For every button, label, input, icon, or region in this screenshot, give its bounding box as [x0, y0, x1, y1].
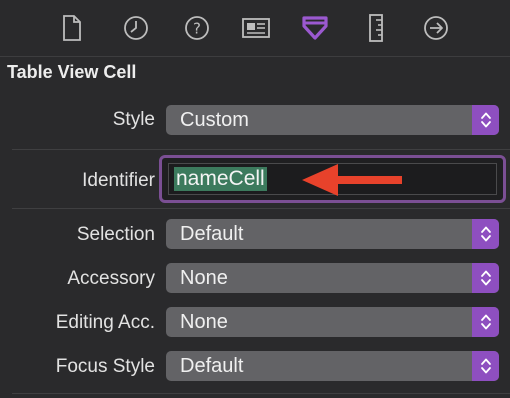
- style-popup[interactable]: Custom: [166, 105, 499, 135]
- section-title: Table View Cell: [7, 62, 137, 82]
- selection-popup[interactable]: Default: [166, 219, 499, 249]
- inspector-toolbar: ?: [0, 0, 510, 57]
- chevron-up-down-icon: [472, 307, 499, 337]
- divider: [12, 393, 510, 394]
- chevron-up-down-icon: [472, 351, 499, 381]
- identity-inspector-icon[interactable]: [240, 12, 272, 44]
- editing-acc-popup[interactable]: None: [166, 307, 499, 337]
- style-label: Style: [112, 109, 155, 130]
- quick-help-icon[interactable]: ?: [181, 12, 213, 44]
- selection-value: Default: [180, 223, 244, 245]
- size-inspector-icon[interactable]: [360, 12, 392, 44]
- style-value: Custom: [180, 109, 249, 131]
- accessory-value: None: [180, 267, 228, 289]
- focus-style-label: Focus Style: [55, 356, 155, 377]
- editing-acc-value: None: [180, 311, 228, 333]
- identifier-value: nameCell: [174, 167, 267, 191]
- chevron-up-down-icon: [472, 219, 499, 249]
- identifier-label: Identifier: [82, 170, 155, 191]
- connections-inspector-icon[interactable]: [420, 12, 452, 44]
- file-inspector-icon[interactable]: [56, 12, 88, 44]
- svg-text:?: ?: [193, 20, 201, 38]
- divider: [12, 208, 510, 209]
- attributes-inspector-icon[interactable]: [299, 12, 331, 44]
- history-inspector-icon[interactable]: [120, 12, 152, 44]
- focus-style-value: Default: [180, 355, 244, 377]
- accessory-label: Accessory: [67, 268, 155, 289]
- accessory-popup[interactable]: None: [166, 263, 499, 293]
- chevron-up-down-icon: [472, 263, 499, 293]
- chevron-up-down-icon: [472, 105, 499, 135]
- selection-label: Selection: [76, 224, 155, 245]
- focus-style-popup[interactable]: Default: [166, 351, 499, 381]
- editing-acc-label: Editing Acc.: [55, 312, 155, 333]
- divider: [12, 149, 510, 150]
- annotation-arrow-icon: [302, 164, 402, 196]
